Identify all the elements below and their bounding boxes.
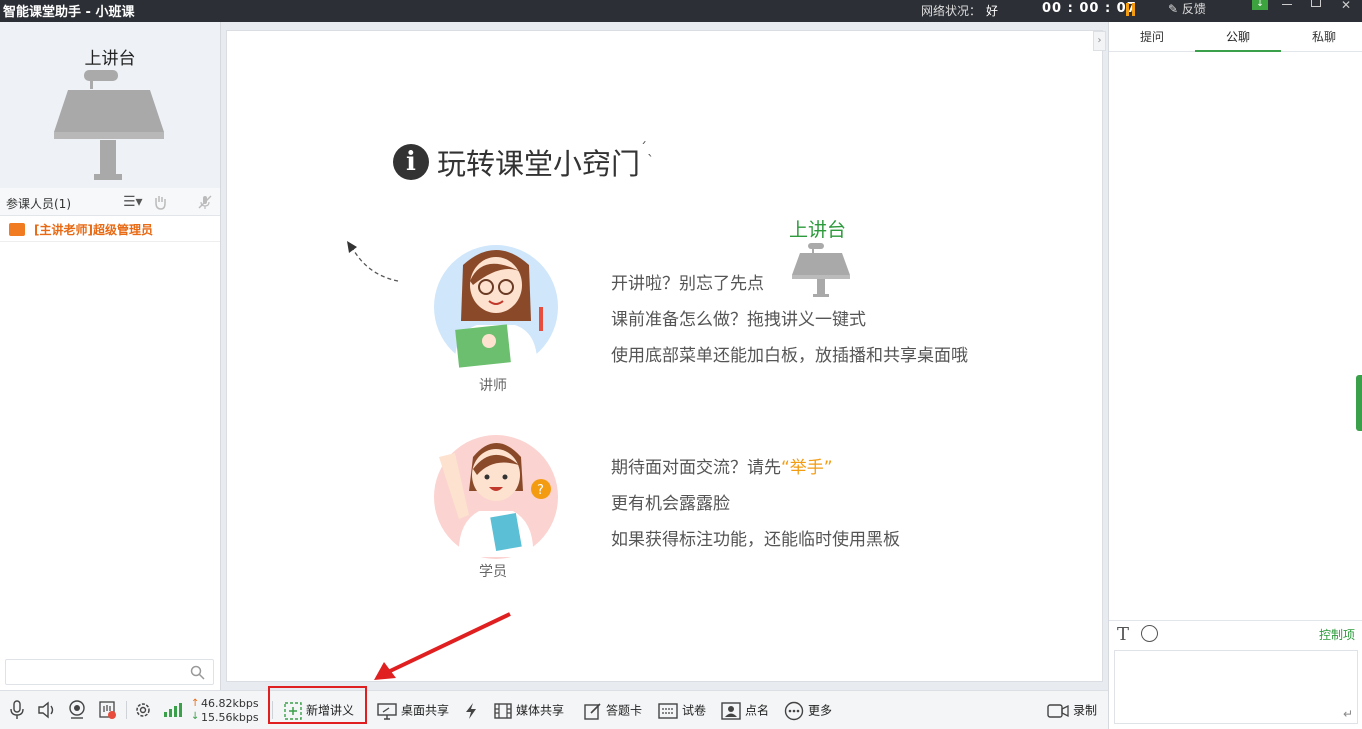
roll-call-button[interactable]: 点名 (721, 700, 769, 722)
answer-card-label: 答题卡 (606, 703, 643, 718)
svg-text:?: ? (537, 483, 544, 498)
speaker-icon[interactable] (37, 700, 57, 720)
chat-panel: 提问 公聊 私聊 T 控制项 ↵ (1108, 22, 1362, 729)
download-icon[interactable]: ↓ (1252, 0, 1268, 10)
student-illustration: ? (434, 435, 558, 559)
chat-tabs: 提问 公聊 私聊 (1109, 22, 1362, 52)
feedback-button[interactable]: ✎ 反馈 (1168, 0, 1206, 17)
control-options-link[interactable]: 控制项 (1319, 626, 1355, 643)
signal-strength-icon (164, 703, 182, 717)
lightning-button[interactable] (464, 700, 482, 722)
network-status-label: 网络状况： (921, 4, 982, 18)
download-speed: 15.56kbps (201, 711, 259, 724)
teacher-tip-3: 使用底部菜单还能加白板，放插播和共享桌面哦 (611, 346, 968, 366)
teacher-illustration (434, 245, 558, 369)
record-button[interactable]: 录制 (1047, 700, 1097, 722)
sparkle-icon: ˊˎ (640, 141, 655, 157)
teacher-tip-2: 课前准备怎么做？拖拽讲义一键式 (611, 310, 866, 330)
member-name: [主讲老师]超级管理员 (34, 223, 153, 237)
more-button[interactable]: 更多 (784, 700, 832, 722)
attendees-label: 参课人员(1) (6, 197, 71, 211)
curved-arrow-icon (347, 241, 399, 282)
settings-gear-icon[interactable] (134, 700, 152, 720)
mute-all-icon[interactable] (197, 194, 213, 210)
upload-arrow-icon: ↑ (191, 698, 200, 709)
more-label: 更多 (808, 703, 833, 718)
app-window: 智能课堂助手 - 小班课 网络状况： 好 00 : 00 : 07 ✎ 反馈 ↓… (0, 0, 1362, 729)
desktop-share-button[interactable]: 桌面共享 (377, 700, 449, 722)
raise-hand-highlight: “举手” (781, 458, 833, 478)
search-input[interactable] (6, 660, 186, 684)
download-arrow-icon: ↓ (191, 711, 200, 722)
microphone-icon[interactable] (9, 700, 25, 720)
close-button[interactable]: ✕ (1341, 0, 1351, 12)
left-panel: 上讲台 参课人员(1) ☰▾ [主讲老师]超级管理员 (0, 22, 221, 690)
scrollbar-thumb[interactable] (1356, 375, 1362, 431)
exam-button[interactable]: 试卷 (658, 700, 706, 722)
page-title: i 玩转课堂小窍门ˊˎ (393, 141, 654, 183)
attendees-header: 参课人员(1) ☰▾ (0, 188, 220, 216)
edit-card-icon (584, 702, 601, 720)
student-tip-1: 期待面对面交流？请先“举手” (611, 453, 833, 478)
text-format-icon[interactable]: T (1117, 624, 1129, 645)
window-title: 智能课堂助手 - 小班课 (3, 5, 135, 20)
title-bar: 智能课堂助手 - 小班课 网络状况： 好 00 : 00 : 07 ✎ 反馈 ↓… (0, 0, 1362, 22)
callout-arrow-icon (374, 612, 511, 680)
member-search[interactable] (5, 659, 214, 685)
minimize-button[interactable] (1282, 4, 1292, 5)
podium-icon (54, 70, 164, 180)
heading-text: 玩转课堂小窍门 (437, 147, 641, 181)
roll-call-label: 点名 (745, 703, 770, 718)
list-item[interactable]: [主讲老师]超级管理员 (0, 218, 220, 242)
maximize-button[interactable] (1311, 0, 1321, 7)
network-status-value: 好 (986, 4, 999, 18)
record-label: 录制 (1073, 703, 1098, 718)
pause-icon[interactable] (1126, 3, 1138, 17)
teacher-role-label: 讲师 (479, 378, 507, 394)
desktop-share-label: 桌面共享 (401, 703, 450, 718)
emoji-icon[interactable] (1141, 625, 1158, 642)
camera-icon[interactable] (68, 700, 86, 720)
class-timer: 00 : 00 : 07 (1042, 1, 1137, 16)
podium-area[interactable]: 上讲台 (0, 22, 220, 188)
student-tip-prefix: 期待面对面交流？请先 (611, 458, 781, 478)
answer-card-button[interactable]: 答题卡 (584, 700, 642, 722)
tab-questions[interactable]: 提问 (1109, 22, 1195, 52)
callout-highlight-box (268, 686, 367, 724)
edit-icon: ✎ (1168, 2, 1179, 16)
info-icon: i (393, 144, 429, 180)
feedback-label: 反馈 (1181, 2, 1206, 16)
teacher-tip-1: 开讲啦？别忘了先点 (611, 274, 764, 294)
roll-call-icon (721, 701, 741, 720)
tab-public-chat[interactable]: 公聊 (1195, 22, 1281, 52)
collapse-panel-button[interactable]: › (1093, 31, 1106, 51)
search-icon[interactable] (190, 665, 205, 680)
student-tip-3: 如果获得标注功能，还能临时使用黑板 (611, 530, 900, 550)
exam-paper-icon (658, 702, 678, 719)
media-share-label: 媒体共享 (516, 703, 565, 718)
monitor-icon (377, 702, 397, 720)
student-role-label: 学员 (479, 564, 507, 580)
exam-label: 试卷 (682, 703, 707, 718)
chat-input[interactable]: ↵ (1114, 650, 1358, 724)
more-dots-icon (784, 701, 804, 720)
presenter-icon (9, 223, 25, 236)
list-menu-icon[interactable]: ☰▾ (123, 194, 143, 210)
film-icon (494, 702, 512, 719)
toolbar-divider (126, 701, 127, 719)
podium-icon (792, 243, 850, 297)
media-share-button[interactable]: 媒体共享 (494, 700, 564, 722)
hand-off-icon[interactable] (99, 700, 117, 720)
whiteboard[interactable]: i 玩转课堂小窍门ˊˎ 讲师 上讲台 开讲啦？别忘了先点 课前准备怎么做？拖拽讲… (226, 30, 1103, 682)
video-camera-icon (1047, 703, 1069, 718)
board-podium-label: 上讲台 (789, 219, 847, 241)
raise-hand-icon[interactable] (152, 194, 168, 210)
student-tip-2: 更有机会露露脸 (611, 494, 730, 514)
bottom-toolbar: ↑ 46.82kbps ↓ 15.56kbps 新增讲义 桌面共享 媒体共享 答… (0, 690, 1108, 729)
enter-icon[interactable]: ↵ (1343, 707, 1353, 721)
tab-private-chat[interactable]: 私聊 (1281, 22, 1362, 52)
lightning-icon (466, 702, 476, 719)
upload-speed: 46.82kbps (201, 697, 259, 710)
chat-tools: T 控制项 (1109, 620, 1362, 646)
